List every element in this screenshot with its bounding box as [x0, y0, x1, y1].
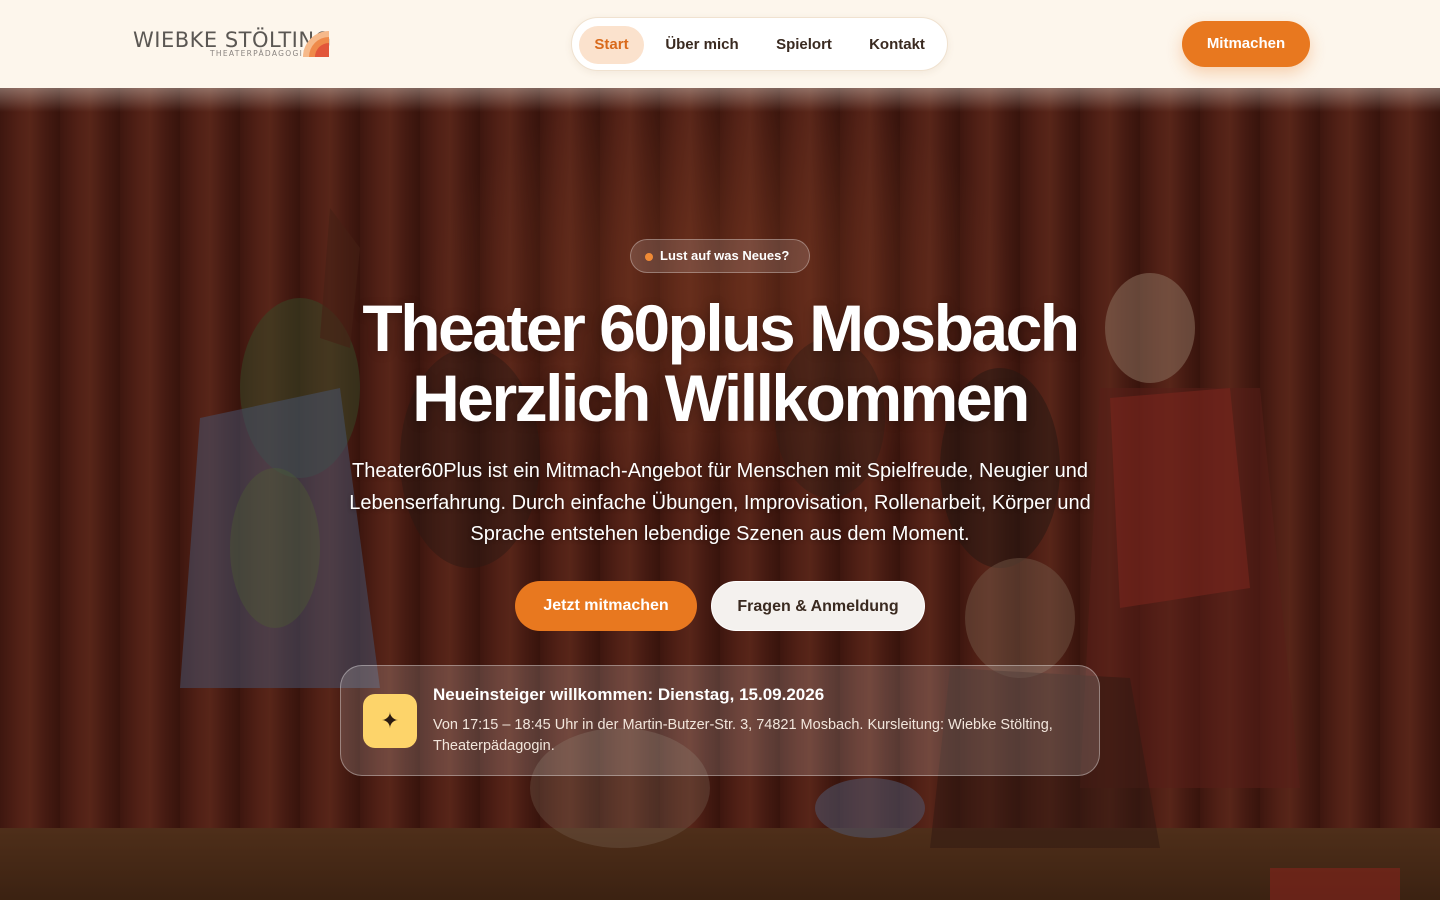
badge-dot-icon: [645, 253, 653, 261]
hero-top-fade: [0, 88, 1440, 112]
hero-title: Theater 60plus Mosbach Herzlich Willkomm…: [270, 293, 1170, 433]
fragen-anmeldung-button[interactable]: Fragen & Anmeldung: [711, 581, 925, 631]
newcomer-info-card: ✦ Neueinsteiger willkommen: Dienstag, 15…: [340, 665, 1100, 776]
jetzt-mitmachen-button[interactable]: Jetzt mitmachen: [515, 581, 697, 631]
hero-title-line1: Theater 60plus Mosbach: [362, 291, 1080, 365]
nav-ueber-mich[interactable]: Über mich: [652, 26, 752, 64]
sparkle-icon: ✦: [363, 694, 417, 748]
hero-badge: Lust auf was Neues?: [630, 239, 810, 273]
logo-subtitle: THEATERPÄDAGOGIK: [210, 49, 310, 58]
info-card-title: Neueinsteiger willkommen: Dienstag, 15.0…: [433, 685, 825, 704]
info-card-text: Von 17:15 – 18:45 Uhr in der Martin-Butz…: [433, 717, 1053, 754]
logo-mark-icon: [303, 31, 329, 57]
nav-start[interactable]: Start: [579, 26, 644, 64]
hero-title-line2: Herzlich Willkommen: [412, 361, 1030, 435]
mitmachen-button[interactable]: Mitmachen: [1182, 21, 1310, 67]
nav-spielort[interactable]: Spielort: [762, 26, 846, 64]
hero-section: Lust auf was Neues? Theater 60plus Mosba…: [0, 88, 1440, 900]
nav-kontakt[interactable]: Kontakt: [856, 26, 938, 64]
main-navigation: Start Über mich Spielort Kontakt: [571, 17, 948, 71]
site-header: WIEBKE STÖLTING THEATERPÄDAGOGIK Start Ü…: [0, 0, 1440, 88]
hero-badge-text: Lust auf was Neues?: [660, 248, 790, 263]
logo[interactable]: WIEBKE STÖLTING THEATERPÄDAGOGIK: [133, 26, 333, 62]
hero-lead-text: Theater60Plus ist ein Mitmach-Angebot fü…: [349, 460, 1091, 545]
